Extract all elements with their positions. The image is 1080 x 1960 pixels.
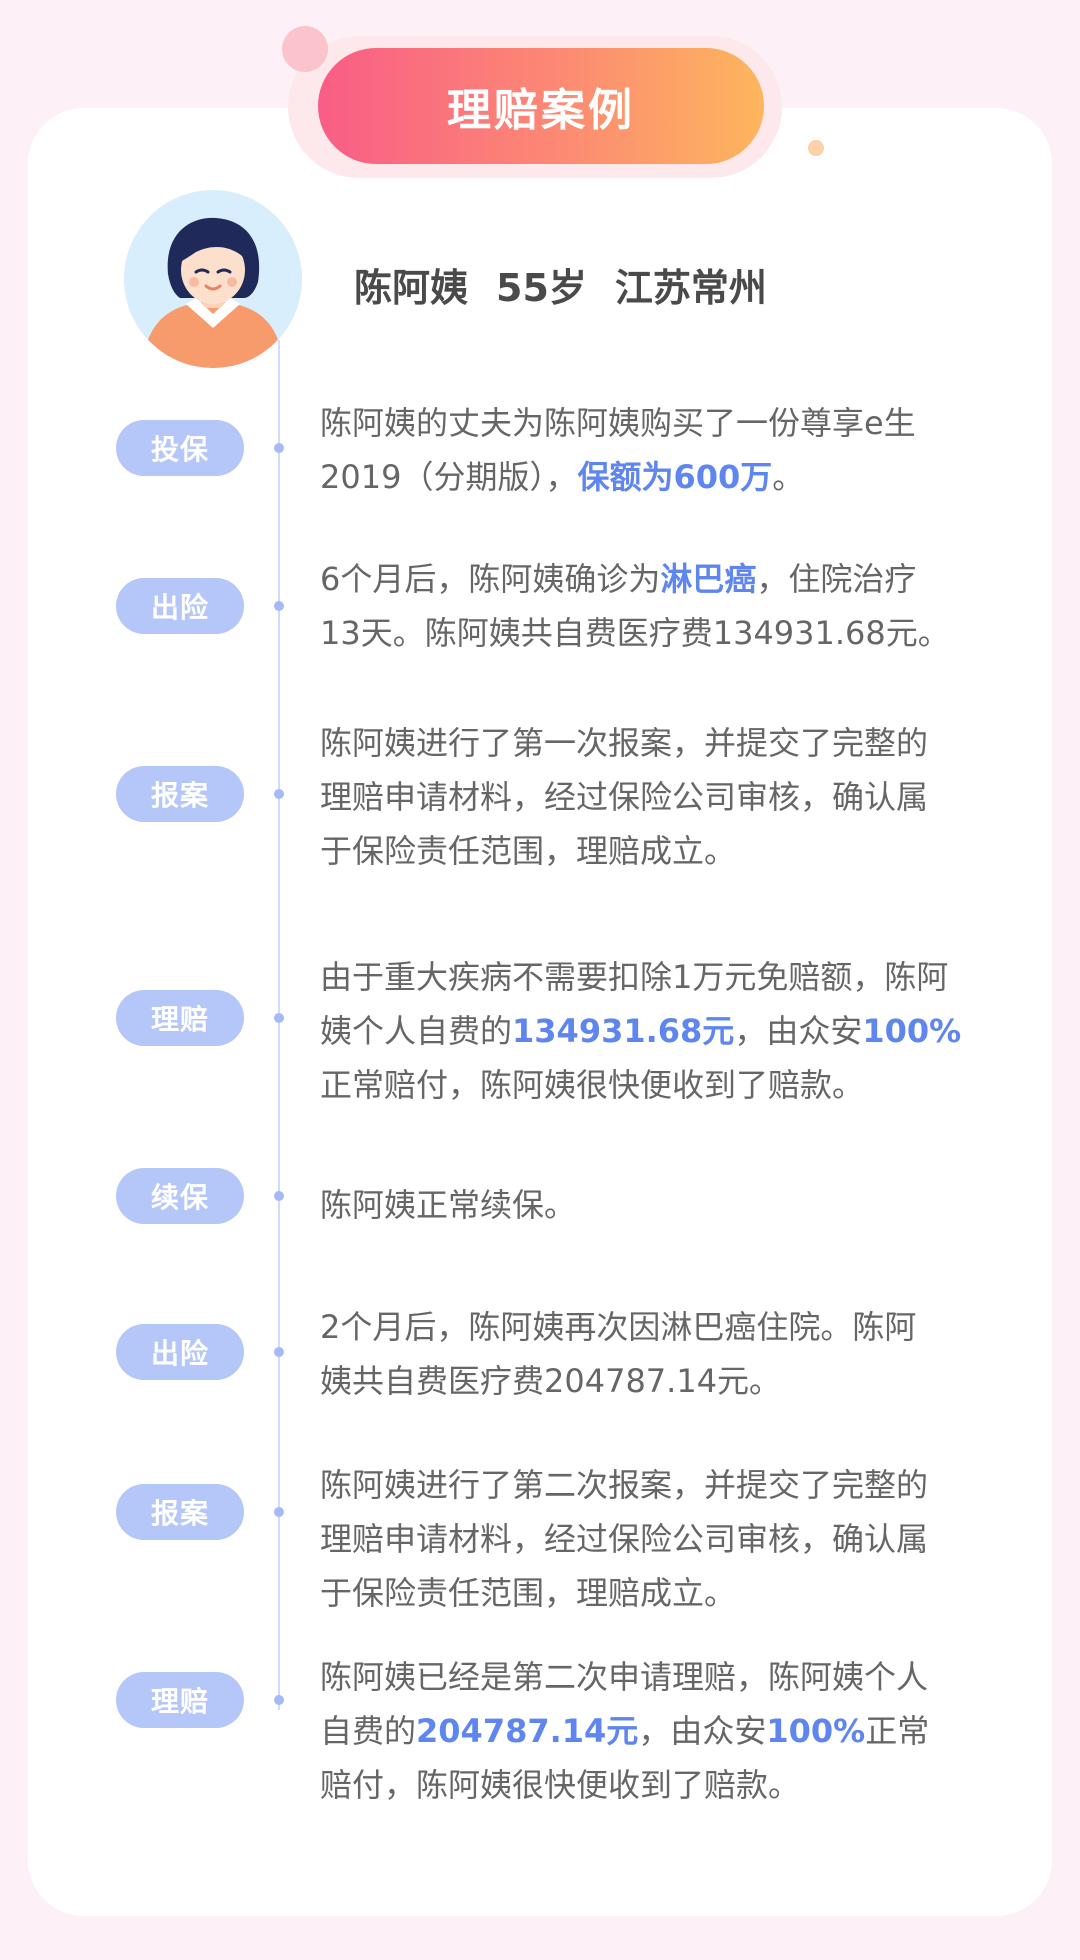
description-line: 陈阿姨进行了第二次报案，并提交了完整的 <box>320 1458 980 1512</box>
description-text: ，由众安 <box>638 1712 767 1750</box>
description-text: 13天。陈阿姨共自费医疗费134931.68元。 <box>320 614 950 652</box>
highlight-text: 100% <box>766 1712 866 1750</box>
description-text: ，由众安 <box>734 1012 863 1050</box>
timeline-description: 2个月后，陈阿姨再次因淋巴癌住院。陈阿 姨共自费医疗费204787.14元。 <box>320 1300 980 1408</box>
description-line: 于保险责任范围，理赔成立。 <box>320 1566 980 1620</box>
description-text: 2个月后，陈阿姨再次因淋巴癌住院。陈阿 <box>320 1308 917 1346</box>
description-line: 陈阿姨已经是第二次申请理赔，陈阿姨个人 <box>320 1650 980 1704</box>
description-line: 2个月后，陈阿姨再次因淋巴癌住院。陈阿 <box>320 1300 980 1354</box>
timeline-description: 由于重大疾病不需要扣除1万元免赔额，陈阿 姨个人自费的134931.68元，由众安… <box>320 950 980 1112</box>
timeline-description: 陈阿姨的丈夫为陈阿姨购买了一份尊享e生 2019（分期版），保额为600万。 <box>320 396 980 504</box>
decor-dot-pink <box>282 26 328 72</box>
timeline-dot <box>274 443 284 453</box>
description-line: 13天。陈阿姨共自费医疗费134931.68元。 <box>320 606 980 660</box>
header: 理赔案例 <box>0 0 1080 200</box>
description-line: 理赔申请材料，经过保险公司审核，确认属 <box>320 770 980 824</box>
highlight-text: 204787.14元 <box>416 1712 639 1750</box>
timeline-dot <box>274 1347 284 1357</box>
description-line: 由于重大疾病不需要扣除1万元免赔额，陈阿 <box>320 950 980 1004</box>
description-text: 正常赔付，陈阿姨很快便收到了赔款。 <box>320 1066 865 1104</box>
description-text: ，住院治疗 <box>756 560 917 598</box>
timeline-tag: 续保 <box>116 1168 244 1224</box>
timeline-dot <box>274 1191 284 1201</box>
description-line: 2019（分期版），保额为600万。 <box>320 450 980 504</box>
page-title: 理赔案例 <box>318 48 764 164</box>
timeline-description: 陈阿姨已经是第二次申请理赔，陈阿姨个人 自费的204787.14元，由众安100%… <box>320 1650 980 1812</box>
description-text: 理赔申请材料，经过保险公司审核，确认属 <box>320 1520 929 1558</box>
timeline-dot <box>274 1507 284 1517</box>
description-text: 陈阿姨进行了第二次报案，并提交了完整的 <box>320 1466 929 1504</box>
highlight-text: 100% <box>862 1012 962 1050</box>
description-line: 正常赔付，陈阿姨很快便收到了赔款。 <box>320 1058 980 1112</box>
description-text: 姨共自费医疗费204787.14元。 <box>320 1362 782 1400</box>
description-text: 自费的 <box>320 1712 417 1750</box>
timeline-dot <box>274 1695 284 1705</box>
description-text: 2019（分期版）， <box>320 458 578 496</box>
description-line: 陈阿姨正常续保。 <box>320 1178 980 1232</box>
timeline-dot <box>274 601 284 611</box>
profile-location: 江苏常州 <box>614 265 767 310</box>
description-text: 陈阿姨正常续保。 <box>320 1186 577 1224</box>
description-text: 姨个人自费的 <box>320 1012 513 1050</box>
woman-avatar-icon <box>124 190 302 368</box>
description-text: 6个月后，陈阿姨确诊为 <box>320 560 661 598</box>
highlight-text: 134931.68元 <box>512 1012 735 1050</box>
timeline-line <box>278 340 280 1710</box>
timeline-tag: 理赔 <box>116 990 244 1046</box>
description-line: 赔付，陈阿姨很快便收到了赔款。 <box>320 1758 980 1812</box>
description-text: 陈阿姨进行了第一次报案，并提交了完整的 <box>320 724 929 762</box>
profile-info: 陈阿姨 55岁 江苏常州 <box>354 254 795 314</box>
profile-name: 陈阿姨 <box>354 265 469 310</box>
description-text: 陈阿姨的丈夫为陈阿姨购买了一份尊享e生 <box>320 404 916 442</box>
timeline-dot <box>274 1013 284 1023</box>
description-text: 。 <box>772 458 805 496</box>
description-text: 正常 <box>865 1712 930 1750</box>
timeline-tag: 投保 <box>116 420 244 476</box>
description-text: 赔付，陈阿姨很快便收到了赔款。 <box>320 1766 801 1804</box>
timeline-dot <box>274 789 284 799</box>
timeline-tag: 出险 <box>116 1324 244 1380</box>
avatar <box>124 190 302 368</box>
description-text: 陈阿姨已经是第二次申请理赔，陈阿姨个人 <box>320 1658 929 1696</box>
description-line: 自费的204787.14元，由众安100%正常 <box>320 1704 980 1758</box>
timeline-description: 陈阿姨进行了第二次报案，并提交了完整的 理赔申请材料，经过保险公司审核，确认属 于保… <box>320 1458 980 1620</box>
timeline-tag: 理赔 <box>116 1672 244 1728</box>
description-line: 陈阿姨的丈夫为陈阿姨购买了一份尊享e生 <box>320 396 980 450</box>
description-line: 姨共自费医疗费204787.14元。 <box>320 1354 980 1408</box>
description-line: 理赔申请材料，经过保险公司审核，确认属 <box>320 1512 980 1566</box>
description-text: 由于重大疾病不需要扣除1万元免赔额，陈阿 <box>320 958 949 996</box>
decor-dot-orange <box>808 140 824 156</box>
highlight-text: 淋巴癌 <box>660 560 757 598</box>
highlight-text: 保额为600万 <box>577 458 773 496</box>
description-text: 于保险责任范围，理赔成立。 <box>320 832 737 870</box>
description-line: 6个月后，陈阿姨确诊为淋巴癌，住院治疗 <box>320 552 980 606</box>
timeline-description: 陈阿姨正常续保。 <box>320 1178 980 1232</box>
timeline-tag: 出险 <box>116 578 244 634</box>
timeline-tag: 报案 <box>116 1484 244 1540</box>
timeline-description: 6个月后，陈阿姨确诊为淋巴癌，住院治疗 13天。陈阿姨共自费医疗费134931.6… <box>320 552 980 660</box>
description-line: 陈阿姨进行了第一次报案，并提交了完整的 <box>320 716 980 770</box>
description-line: 姨个人自费的134931.68元，由众安100% <box>320 1004 980 1058</box>
description-text: 理赔申请材料，经过保险公司审核，确认属 <box>320 778 929 816</box>
timeline-tag: 报案 <box>116 766 244 822</box>
profile-age: 55岁 <box>496 265 587 310</box>
description-text: 于保险责任范围，理赔成立。 <box>320 1574 737 1612</box>
timeline-description: 陈阿姨进行了第一次报案，并提交了完整的 理赔申请材料，经过保险公司审核，确认属 于保… <box>320 716 980 878</box>
description-line: 于保险责任范围，理赔成立。 <box>320 824 980 878</box>
